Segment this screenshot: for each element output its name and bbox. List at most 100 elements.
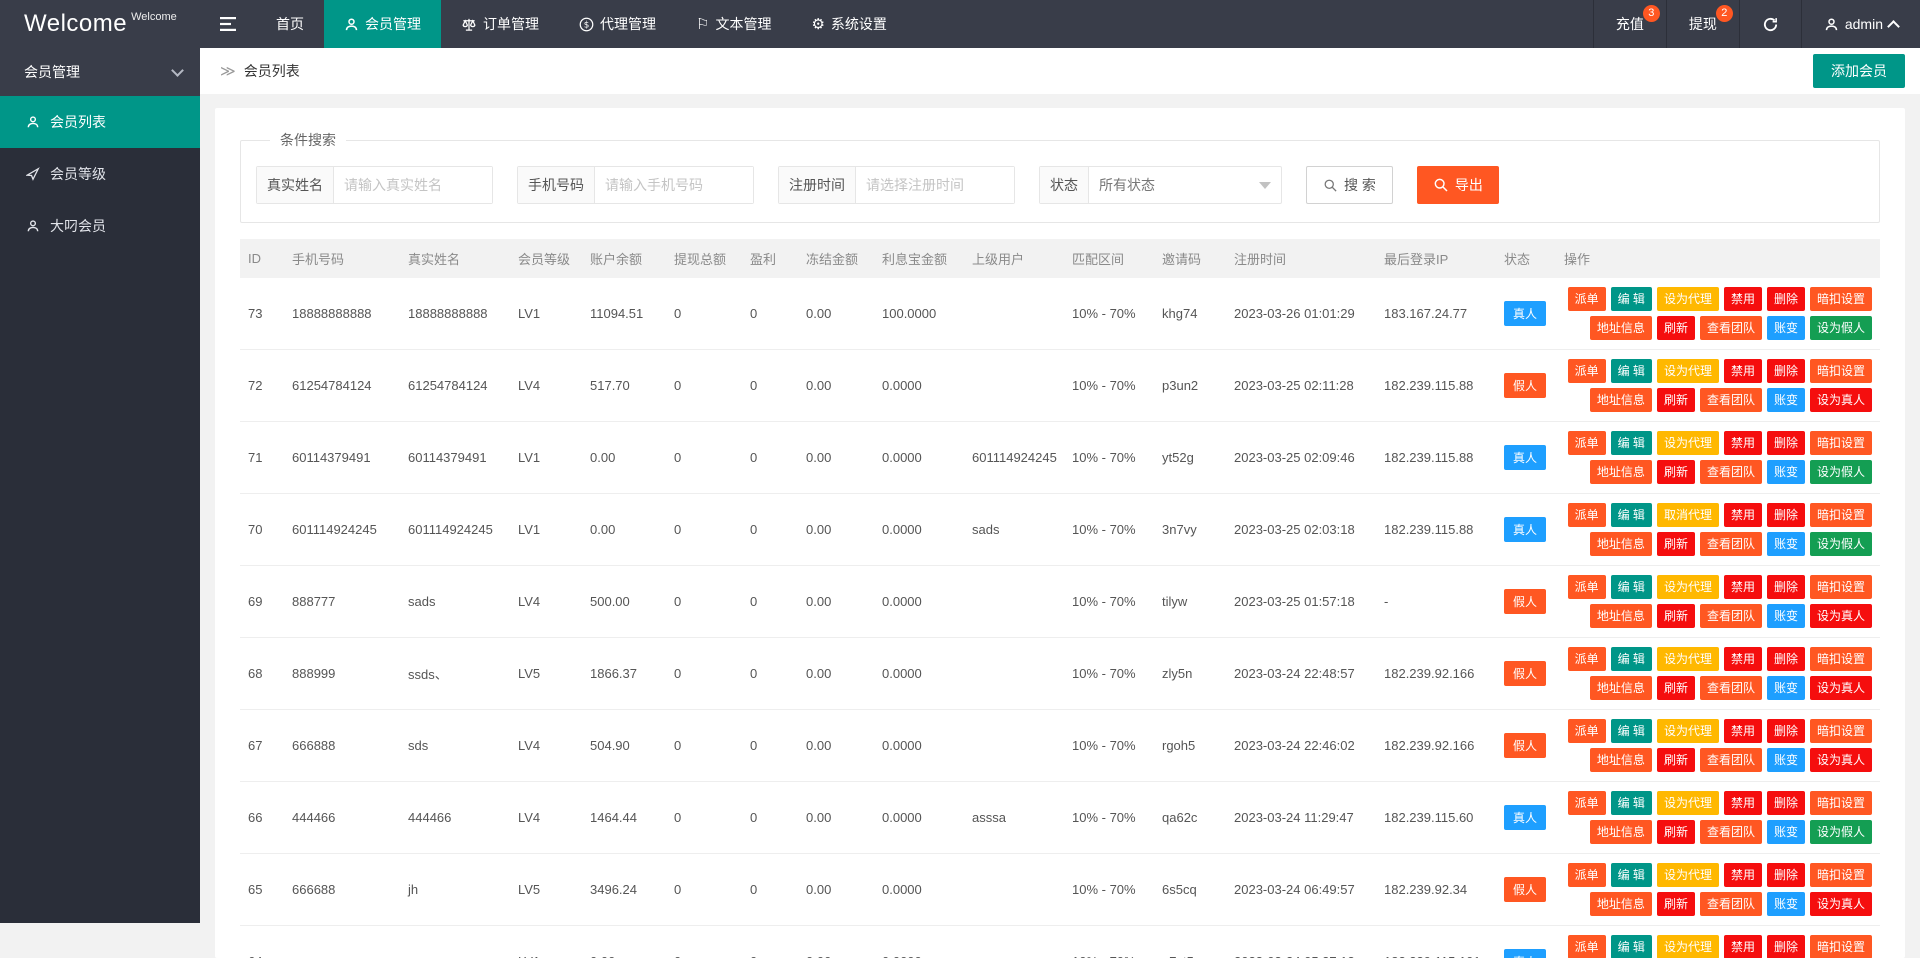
disable-button[interactable]: 禁用 (1724, 503, 1762, 527)
refresh-button[interactable]: 刷新 (1657, 388, 1695, 412)
account-change-button[interactable]: 账变 (1767, 460, 1805, 484)
address-info-button[interactable]: 地址信息 (1590, 460, 1652, 484)
disable-button[interactable]: 禁用 (1724, 863, 1762, 887)
delete-button[interactable]: 删除 (1767, 503, 1805, 527)
disable-button[interactable]: 禁用 (1724, 431, 1762, 455)
account-change-button[interactable]: 账变 (1767, 388, 1805, 412)
nav-item-home[interactable]: 首页 (256, 0, 324, 48)
view-team-button[interactable]: 查看团队 (1700, 316, 1762, 340)
address-info-button[interactable]: 地址信息 (1590, 676, 1652, 700)
dispatch-button[interactable]: 派单 (1568, 647, 1606, 671)
dispatch-button[interactable]: 派单 (1568, 935, 1606, 958)
address-info-button[interactable]: 地址信息 (1590, 604, 1652, 628)
refresh-button[interactable]: 刷新 (1657, 532, 1695, 556)
view-team-button[interactable]: 查看团队 (1700, 748, 1762, 772)
agent-button[interactable]: 设为代理 (1657, 719, 1719, 743)
disable-button[interactable]: 禁用 (1724, 359, 1762, 383)
refresh-button[interactable]: 刷新 (1657, 892, 1695, 916)
account-change-button[interactable]: 账变 (1767, 316, 1805, 340)
address-info-button[interactable]: 地址信息 (1590, 820, 1652, 844)
agent-button[interactable]: 取消代理 (1657, 503, 1719, 527)
nav-item-orders[interactable]: 订单管理 (441, 0, 559, 48)
toggle-real-fake-button[interactable]: 设为假人 (1810, 532, 1872, 556)
edit-button[interactable]: 编 辑 (1611, 935, 1652, 958)
hidden-deduct-button[interactable]: 暗扣设置 (1810, 791, 1872, 815)
refresh-button[interactable]: 刷新 (1657, 748, 1695, 772)
toggle-real-fake-button[interactable]: 设为真人 (1810, 388, 1872, 412)
account-change-button[interactable]: 账变 (1767, 748, 1805, 772)
delete-button[interactable]: 删除 (1767, 287, 1805, 311)
dispatch-button[interactable]: 派单 (1568, 359, 1606, 383)
edit-button[interactable]: 编 辑 (1611, 503, 1652, 527)
account-change-button[interactable]: 账变 (1767, 604, 1805, 628)
dispatch-button[interactable]: 派单 (1568, 863, 1606, 887)
view-team-button[interactable]: 查看团队 (1700, 820, 1762, 844)
hidden-deduct-button[interactable]: 暗扣设置 (1810, 647, 1872, 671)
delete-button[interactable]: 删除 (1767, 935, 1805, 958)
address-info-button[interactable]: 地址信息 (1590, 748, 1652, 772)
address-info-button[interactable]: 地址信息 (1590, 532, 1652, 556)
status-select[interactable]: 所有状态 (1089, 167, 1259, 203)
view-team-button[interactable]: 查看团队 (1700, 532, 1762, 556)
user-menu[interactable]: admin (1801, 0, 1920, 48)
disable-button[interactable]: 禁用 (1724, 791, 1762, 815)
view-team-button[interactable]: 查看团队 (1700, 604, 1762, 628)
hidden-deduct-button[interactable]: 暗扣设置 (1810, 359, 1872, 383)
view-team-button[interactable]: 查看团队 (1700, 892, 1762, 916)
disable-button[interactable]: 禁用 (1724, 575, 1762, 599)
hidden-deduct-button[interactable]: 暗扣设置 (1810, 935, 1872, 958)
agent-button[interactable]: 设为代理 (1657, 863, 1719, 887)
recharge-button[interactable]: 充值 3 (1593, 0, 1666, 48)
dispatch-button[interactable]: 派单 (1568, 719, 1606, 743)
hidden-deduct-button[interactable]: 暗扣设置 (1810, 431, 1872, 455)
delete-button[interactable]: 删除 (1767, 431, 1805, 455)
agent-button[interactable]: 设为代理 (1657, 287, 1719, 311)
dispatch-button[interactable]: 派单 (1568, 503, 1606, 527)
add-member-button[interactable]: 添加会员 (1813, 54, 1905, 88)
delete-button[interactable]: 删除 (1767, 791, 1805, 815)
dispatch-button[interactable]: 派单 (1568, 431, 1606, 455)
regtime-input[interactable] (856, 167, 1014, 203)
refresh-button[interactable]: 刷新 (1657, 316, 1695, 340)
toggle-real-fake-button[interactable]: 设为真人 (1810, 748, 1872, 772)
view-team-button[interactable]: 查看团队 (1700, 460, 1762, 484)
toggle-real-fake-button[interactable]: 设为真人 (1810, 604, 1872, 628)
hidden-deduct-button[interactable]: 暗扣设置 (1810, 575, 1872, 599)
edit-button[interactable]: 编 辑 (1611, 719, 1652, 743)
edit-button[interactable]: 编 辑 (1611, 647, 1652, 671)
nav-item-members[interactable]: 会员管理 (324, 0, 441, 48)
agent-button[interactable]: 设为代理 (1657, 431, 1719, 455)
refresh-button[interactable] (1739, 0, 1801, 48)
phone-input[interactable] (595, 167, 753, 203)
edit-button[interactable]: 编 辑 (1611, 359, 1652, 383)
menu-spread-button[interactable] (200, 0, 256, 48)
disable-button[interactable]: 禁用 (1724, 719, 1762, 743)
agent-button[interactable]: 设为代理 (1657, 935, 1719, 958)
edit-button[interactable]: 编 辑 (1611, 791, 1652, 815)
refresh-button[interactable]: 刷新 (1657, 460, 1695, 484)
disable-button[interactable]: 禁用 (1724, 935, 1762, 958)
agent-button[interactable]: 设为代理 (1657, 575, 1719, 599)
sidebar-item-big-member[interactable]: 大叼会员 (0, 200, 200, 252)
toggle-real-fake-button[interactable]: 设为真人 (1810, 676, 1872, 700)
search-button[interactable]: 搜 索 (1306, 166, 1393, 204)
agent-button[interactable]: 设为代理 (1657, 791, 1719, 815)
refresh-button[interactable]: 刷新 (1657, 604, 1695, 628)
sidebar-item-member-list[interactable]: 会员列表 (0, 96, 200, 148)
disable-button[interactable]: 禁用 (1724, 287, 1762, 311)
address-info-button[interactable]: 地址信息 (1590, 316, 1652, 340)
account-change-button[interactable]: 账变 (1767, 532, 1805, 556)
hidden-deduct-button[interactable]: 暗扣设置 (1810, 287, 1872, 311)
toggle-real-fake-button[interactable]: 设为假人 (1810, 820, 1872, 844)
disable-button[interactable]: 禁用 (1724, 647, 1762, 671)
toggle-real-fake-button[interactable]: 设为假人 (1810, 316, 1872, 340)
toggle-real-fake-button[interactable]: 设为真人 (1810, 892, 1872, 916)
nav-item-text[interactable]: ⚐ 文本管理 (676, 0, 791, 48)
address-info-button[interactable]: 地址信息 (1590, 892, 1652, 916)
delete-button[interactable]: 删除 (1767, 719, 1805, 743)
edit-button[interactable]: 编 辑 (1611, 863, 1652, 887)
nav-item-agents[interactable]: $ 代理管理 (559, 0, 676, 48)
refresh-button[interactable]: 刷新 (1657, 820, 1695, 844)
hidden-deduct-button[interactable]: 暗扣设置 (1810, 863, 1872, 887)
account-change-button[interactable]: 账变 (1767, 820, 1805, 844)
